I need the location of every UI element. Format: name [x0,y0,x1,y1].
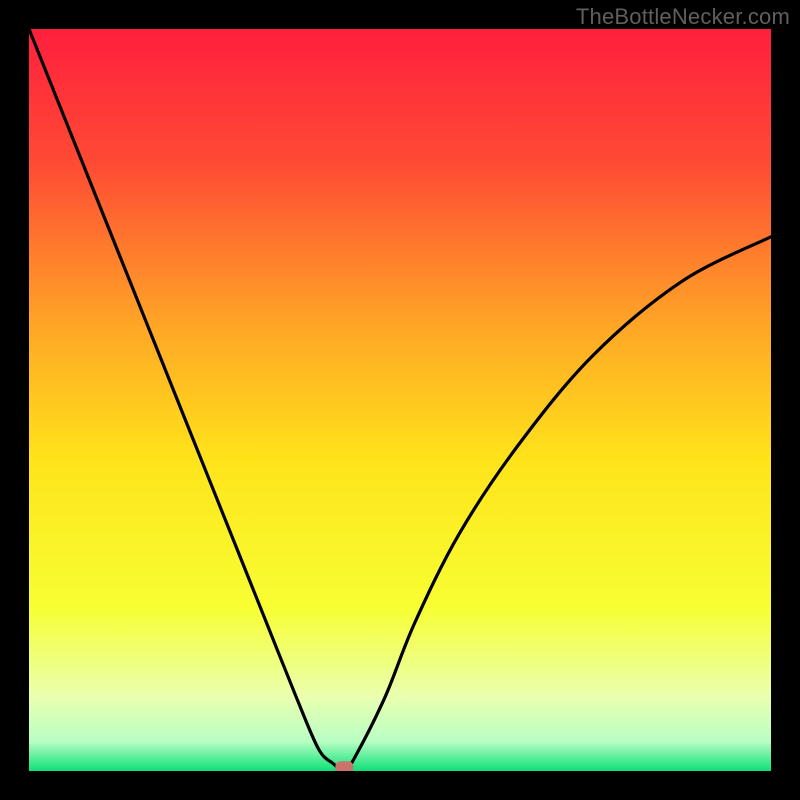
plot-area [29,29,771,771]
chart-frame: TheBottleNecker.com [0,0,800,800]
chart-svg [29,29,771,771]
watermark-text: TheBottleNecker.com [576,4,790,30]
result-marker [335,761,353,771]
